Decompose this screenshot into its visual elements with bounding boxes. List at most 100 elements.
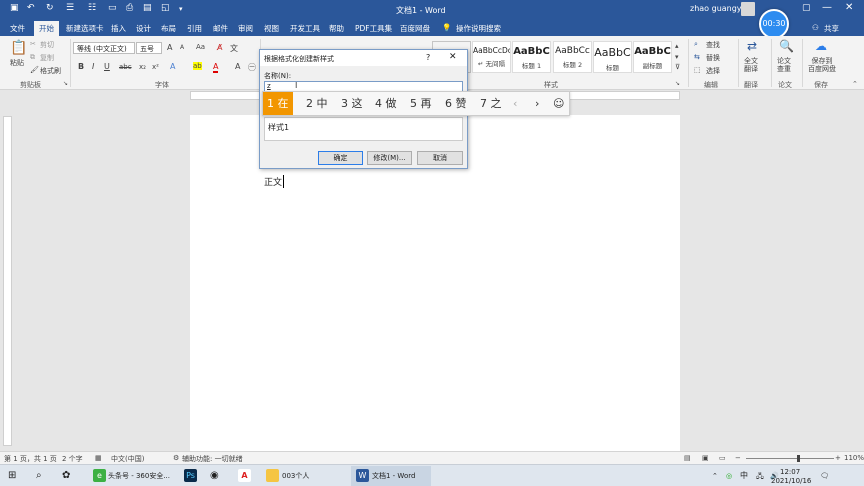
tab-baidu[interactable]: 百度网盘	[400, 23, 430, 34]
styles-launcher-icon[interactable]: ↘	[675, 80, 680, 87]
replace-icon[interactable]: ⇆	[694, 53, 700, 61]
browser-360-icon[interactable]: e	[93, 469, 106, 482]
italic-button[interactable]: I	[92, 62, 94, 71]
find-icon[interactable]: ◱	[161, 3, 170, 13]
undo-icon[interactable]: ↶	[27, 3, 35, 13]
subscript-button[interactable]: x₂	[139, 63, 146, 71]
user-name[interactable]: zhao guangyu	[690, 4, 747, 13]
find-button[interactable]: 查找	[706, 40, 720, 50]
tab-pdf[interactable]: PDF工具集	[355, 23, 392, 34]
word-icon[interactable]: W	[356, 469, 369, 482]
translate-button[interactable]: 全文 翻译	[744, 57, 758, 73]
ime-candidate[interactable]: 6 赞	[441, 92, 471, 115]
tab-design[interactable]: 设计	[136, 23, 151, 34]
help-button[interactable]: ?	[426, 53, 430, 62]
format-painter-icon[interactable]: 🖌	[30, 66, 39, 74]
print-layout-icon[interactable]: ▣	[702, 454, 709, 462]
paste-button[interactable]: 粘贴	[10, 58, 24, 68]
zoom-level[interactable]: 110%	[844, 454, 864, 462]
plagiarism-check-button[interactable]: 论文 查重	[777, 57, 791, 73]
style-subtitle[interactable]: AaBbC 副标题	[633, 41, 672, 73]
minimize-icon[interactable]: —	[822, 2, 832, 13]
shrink-font-button[interactable]: A	[180, 44, 184, 51]
accessibility-status[interactable]: 辅助功能: 一切就绪	[182, 454, 243, 464]
share-button[interactable]: 共享	[824, 23, 839, 34]
styles-scroll-down-icon[interactable]: ▾	[675, 53, 679, 61]
new-doc-icon[interactable]: ▭	[108, 3, 117, 13]
ime-candidate[interactable]: 4 做	[371, 92, 401, 115]
translate-icon[interactable]: ⇄	[747, 39, 757, 53]
avatar[interactable]	[741, 2, 755, 16]
save-to-baidu-button[interactable]: 保存到 百度网盘	[808, 57, 836, 73]
tab-home[interactable]: 开始	[34, 21, 59, 36]
styles-scroll-up-icon[interactable]: ▴	[675, 42, 679, 50]
cancel-button[interactable]: 取消	[417, 151, 463, 165]
acrobat-icon[interactable]: A	[238, 469, 251, 482]
print-preview-icon[interactable]: ⎙	[126, 3, 133, 13]
paste-icon[interactable]: 📋	[10, 40, 27, 56]
format-painter-button[interactable]: 格式刷	[40, 66, 61, 76]
ime-candidate[interactable]: 3 这	[337, 92, 367, 115]
clipboard-launcher-icon[interactable]: ↘	[63, 80, 68, 87]
enclose-char-icon[interactable]: ㊀	[248, 62, 256, 73]
text-effects-button[interactable]: A	[170, 62, 175, 71]
styles-more-icon[interactable]: ⊽	[675, 63, 680, 71]
close-window-icon[interactable]: ✕	[845, 2, 853, 13]
select-icon[interactable]: ⬚	[694, 66, 701, 74]
numbering-icon[interactable]: ☰	[66, 3, 74, 13]
search-icon[interactable]: ⌕	[36, 467, 42, 485]
bullets-icon[interactable]: ☷	[88, 3, 96, 13]
tab-insert[interactable]: 插入	[111, 23, 126, 34]
start-icon[interactable]: ⊞	[8, 467, 16, 485]
taskbar-item-folder[interactable]: 003个人	[282, 467, 309, 485]
language-indicator[interactable]: 中文(中国)	[111, 454, 144, 464]
share-icon[interactable]: ⚇	[812, 23, 819, 32]
zoom-slider[interactable]	[746, 458, 834, 459]
web-layout-icon[interactable]: ▭	[719, 454, 726, 462]
tab-references[interactable]: 引用	[187, 23, 202, 34]
font-size-select[interactable]: 五号	[136, 42, 162, 54]
vertical-ruler[interactable]	[3, 116, 12, 446]
customize-qat-icon[interactable]: ▾	[179, 5, 183, 13]
read-mode-icon[interactable]: ▤	[684, 454, 691, 462]
zoom-in-icon[interactable]: +	[835, 454, 841, 462]
modify-button[interactable]: 修改(M)...	[367, 151, 412, 165]
replace-button[interactable]: 替换	[706, 53, 720, 63]
photoshop-icon[interactable]: Ps	[184, 469, 197, 482]
char-shading-button[interactable]: A	[235, 62, 240, 71]
proofing-icon[interactable]: ▦	[95, 454, 102, 462]
save-icon[interactable]: ▣	[10, 3, 19, 13]
zoom-out-icon[interactable]: −	[735, 454, 741, 462]
ime-candidate[interactable]: 2 中	[302, 92, 332, 115]
copy-button[interactable]: 复制	[40, 53, 54, 63]
tray-expand-icon[interactable]: ⌃	[712, 467, 718, 485]
clear-format-icon[interactable]: A̸	[217, 43, 222, 52]
change-case-button[interactable]: Aa	[196, 43, 205, 51]
font-color-button[interactable]: A	[213, 62, 219, 73]
ok-button[interactable]: 确定	[318, 151, 363, 165]
tab-view[interactable]: 视图	[264, 23, 279, 34]
style-heading-2[interactable]: AaBbCc 标题 2	[553, 41, 592, 73]
style-title[interactable]: AaBbC 标题	[593, 41, 632, 73]
tab-review[interactable]: 审阅	[238, 23, 253, 34]
collapse-ribbon-icon[interactable]: ⌃	[852, 80, 858, 88]
font-name-select[interactable]: 等线 (中文正文)	[73, 42, 135, 54]
ime-emoji-icon[interactable]: ☺	[549, 92, 568, 115]
notification-icon[interactable]: 🗨	[820, 467, 829, 485]
bold-button[interactable]: B	[78, 62, 84, 71]
network-app-icon[interactable]: ◉	[210, 467, 219, 485]
select-button[interactable]: 选择	[706, 66, 720, 76]
taskbar-item-word[interactable]: 文档1 - Word	[372, 467, 415, 485]
dialog-close-icon[interactable]: ✕	[449, 52, 457, 62]
recording-timer[interactable]: 00:30	[759, 9, 789, 39]
zoom-slider-thumb[interactable]	[797, 455, 800, 462]
copy-icon[interactable]: ⧉	[30, 53, 35, 62]
highlight-icon[interactable]: ab	[193, 62, 202, 70]
superscript-button[interactable]: x²	[152, 63, 159, 71]
accessibility-icon[interactable]: ⚙	[173, 454, 179, 462]
ime-candidate[interactable]: 7 之	[476, 92, 506, 115]
app-360-icon[interactable]: ✿	[62, 467, 70, 485]
style-heading-1[interactable]: AaBbC 标题 1	[512, 41, 551, 73]
underline-button[interactable]: U	[104, 62, 110, 71]
cut-icon[interactable]: ✂	[30, 40, 36, 48]
